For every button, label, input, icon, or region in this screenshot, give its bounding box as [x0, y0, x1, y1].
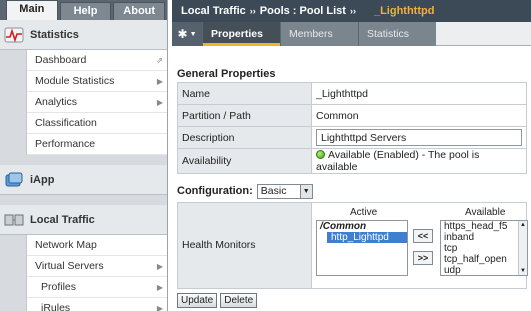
table-row: Partition / Path Common [177, 104, 527, 127]
breadcrumb-pool-name: _Lighthttpd [373, 5, 435, 17]
move-right-button[interactable]: >> [413, 251, 433, 265]
chevron-down-icon: ▼ [299, 184, 312, 198]
sidebar-tabs: Main Help About [0, 0, 167, 20]
sidebar-item-irules[interactable]: iRules ▶ [27, 298, 167, 311]
local-traffic-icon [4, 212, 24, 231]
menu-gap [0, 155, 167, 165]
chevron-right-icon: ▶ [156, 262, 163, 271]
tab-bar: ✱ ▼ Properties Members Statistics [172, 22, 531, 46]
local-traffic-section-header[interactable]: Local Traffic [0, 205, 167, 235]
statistics-section-title: Statistics [30, 28, 79, 41]
statistics-menu: Dashboard ⇗ Module Statistics ▶ Analytics ▶… [26, 50, 167, 155]
availability-cell: Available (Enabled) - The pool is availa… [311, 148, 527, 174]
sidebar-item-analytics[interactable]: Analytics ▶ [27, 92, 167, 113]
update-button[interactable]: Update [177, 293, 218, 308]
table-row: Availability Available (Enabled) - The p… [177, 148, 527, 174]
general-properties-title: General Properties [177, 68, 276, 80]
sidebar-item-performance[interactable]: Performance [27, 134, 167, 155]
configuration-row: Configuration: Basic ▼ [177, 182, 527, 200]
active-monitors-list[interactable]: /Common http_Lighttpd [316, 220, 408, 276]
available-header: Available [465, 207, 506, 218]
move-left-button[interactable]: << [413, 229, 433, 243]
tab-main[interactable]: Main [6, 0, 58, 20]
breadcrumb: Local Traffic ›› Pools : Pool List ›› _Light… [172, 0, 531, 22]
description-label: Description [177, 126, 312, 149]
sidebar-item-module-statistics[interactable]: Module Statistics ▶ [27, 71, 167, 92]
breadcrumb-separator: ›› [349, 6, 356, 16]
table-row: Name _Lighthttpd [177, 82, 527, 105]
list-item[interactable]: https_head_f5 [441, 221, 527, 232]
name-label: Name [177, 82, 312, 105]
available-monitors-list[interactable]: https_head_f5 inband tcp tcp_half_open u… [440, 220, 528, 276]
chevron-right-icon: ▶ [156, 77, 163, 86]
active-header: Active [350, 207, 378, 218]
iapp-icon [4, 172, 24, 191]
list-item: /Common [320, 221, 367, 232]
health-monitors-label: Health Monitors [178, 203, 312, 288]
tab-statistics[interactable]: Statistics [358, 22, 436, 46]
tab-help[interactable]: Help [59, 2, 112, 20]
description-cell [311, 126, 527, 149]
external-link-icon: ⇗ [156, 56, 163, 65]
availability-value: Available (Enabled) - The pool is availa… [316, 149, 480, 173]
action-buttons: Update Delete [177, 293, 527, 308]
general-properties-table: Name _Lighthttpd Partition / Path Common… [177, 82, 527, 174]
main-panel: Local Traffic ›› Pools : Pool List ›› _Light… [172, 0, 531, 311]
partition-value: Common [311, 104, 527, 127]
scroll-up-icon[interactable]: ▲ [520, 222, 526, 228]
list-item[interactable]: tcp [441, 243, 527, 254]
chevron-right-icon: ▶ [156, 283, 163, 292]
tab-members[interactable]: Members [280, 22, 358, 46]
list-item[interactable]: tcp_half_open [441, 254, 527, 265]
chevron-right-icon: ▶ [156, 304, 163, 311]
gear-icon: ✱ [177, 27, 188, 41]
list-item[interactable]: udp [441, 265, 527, 276]
settings-menu-button[interactable]: ✱ ▼ [172, 22, 202, 46]
content-area: General Properties Name _Lighthttpd Part… [172, 68, 531, 308]
sidebar-item-classification[interactable]: Classification [27, 113, 167, 134]
tab-about[interactable]: About [113, 2, 166, 20]
breadcrumb-local-traffic[interactable]: Local Traffic [181, 5, 246, 17]
sidebar: Main Help About Statistics Dashboard ⇗ Mo… [0, 0, 168, 311]
status-available-icon [316, 150, 325, 159]
list-item[interactable]: inband [441, 232, 527, 243]
statistics-section-header[interactable]: Statistics [0, 20, 167, 50]
table-row: Description [177, 126, 527, 149]
breadcrumb-pool-list[interactable]: Pools : Pool List [260, 5, 346, 17]
scrollbar[interactable]: ▲ ▼ [518, 221, 527, 275]
description-field[interactable] [316, 129, 522, 146]
local-traffic-section-title: Local Traffic [30, 213, 95, 226]
sidebar-item-dashboard[interactable]: Dashboard ⇗ [27, 50, 167, 71]
list-item-http-lighttpd[interactable]: http_Lighttpd [327, 232, 407, 243]
chevron-down-icon: ▼ [189, 30, 197, 38]
configuration-select[interactable]: Basic ▼ [256, 183, 313, 199]
sidebar-item-network-map[interactable]: Network Map [27, 235, 167, 256]
statistics-icon [4, 27, 24, 46]
iapp-section-header[interactable]: iApp [0, 165, 167, 195]
health-monitors-row: Health Monitors Active /Common http_Ligh… [177, 202, 528, 289]
sidebar-item-virtual-servers[interactable]: Virtual Servers ▶ [27, 256, 167, 277]
sidebar-item-profiles[interactable]: Profiles ▶ [27, 277, 167, 298]
partition-label: Partition / Path [177, 104, 312, 127]
chevron-right-icon: ▶ [156, 98, 163, 107]
breadcrumb-separator: ›› [249, 6, 256, 16]
availability-label: Availability [177, 148, 312, 174]
local-traffic-menu: Network Map Virtual Servers ▶ Profiles ▶ i… [26, 235, 167, 311]
configuration-selected-value: Basic [260, 184, 287, 197]
iapp-section-title: iApp [30, 173, 55, 186]
name-value: _Lighthttpd [311, 82, 527, 105]
delete-button[interactable]: Delete [220, 293, 258, 308]
menu-gap [0, 195, 167, 205]
tab-properties[interactable]: Properties [202, 22, 280, 46]
scroll-down-icon[interactable]: ▼ [520, 268, 526, 274]
configuration-label: Configuration: [177, 185, 253, 197]
